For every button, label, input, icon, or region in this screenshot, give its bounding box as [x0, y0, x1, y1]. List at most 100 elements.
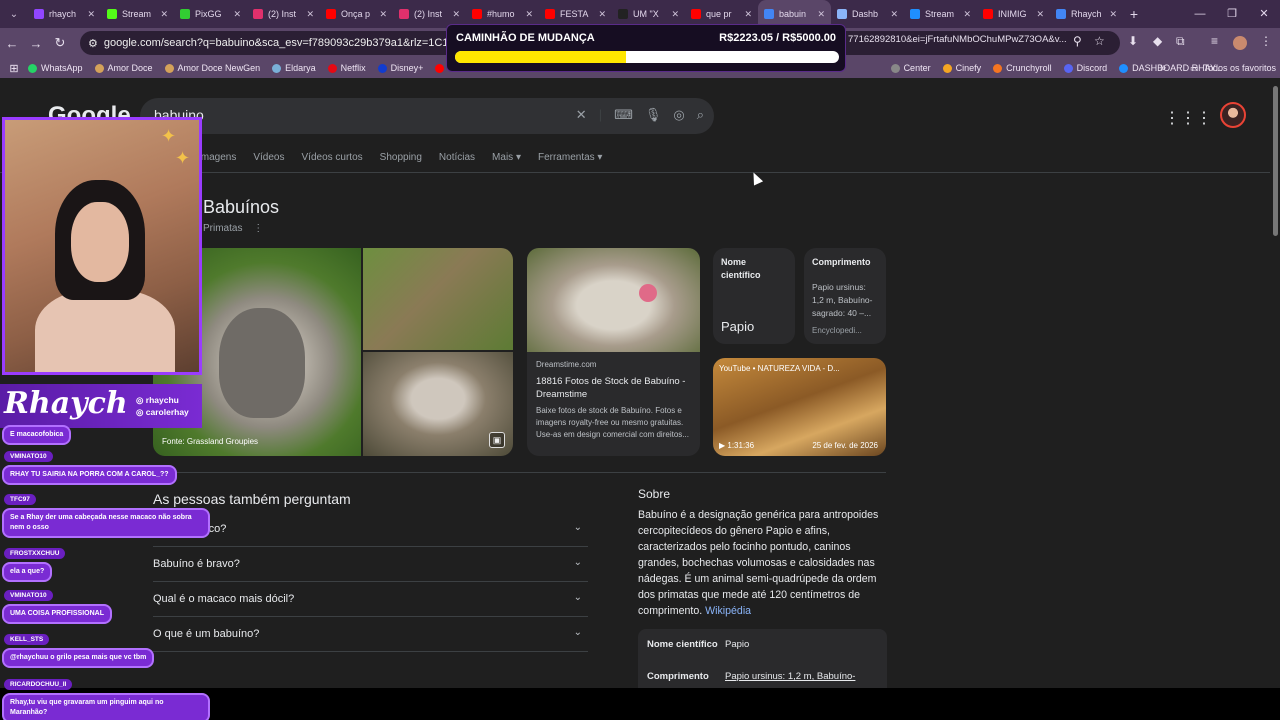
account-avatar[interactable] — [1220, 102, 1246, 128]
tab-favicon-icon — [983, 9, 993, 19]
browser-tab[interactable]: PixGG ✕ — [174, 0, 247, 28]
location-icon[interactable]: ⚲ — [1073, 34, 1082, 48]
close-tab-icon[interactable]: ✕ — [379, 9, 387, 20]
youtube-video-card[interactable]: YouTube • NATUREZA VIDA - D... ▶ 1:31:36… — [713, 358, 886, 456]
tab-title: (2) Inst — [268, 9, 297, 19]
minimize-icon[interactable]: — — [1184, 0, 1216, 28]
image-gallery-icon[interactable]: ▣ — [489, 432, 505, 448]
more-options-icon[interactable]: ⋮ — [253, 223, 263, 234]
more-bookmarks-icon[interactable]: » — [1160, 62, 1166, 74]
chevron-down-icon[interactable]: ⌄ — [574, 557, 582, 568]
browser-tab[interactable]: INIMIG ✕ — [977, 0, 1050, 28]
chevron-down-icon[interactable]: ⌄ — [574, 627, 582, 638]
paa-question[interactable]: É um macaco? ⌄ — [153, 512, 588, 547]
extension-icon[interactable]: ◆ — [1153, 34, 1162, 48]
bookmark-item[interactable]: Center — [890, 63, 931, 73]
search-tab[interactable]: Notícias — [439, 152, 475, 163]
bookmark-item[interactable]: Netflix — [327, 63, 366, 73]
close-tab-icon[interactable]: ✕ — [963, 9, 971, 20]
media-control-icon[interactable]: ≡ — [1211, 34, 1218, 48]
close-tab-icon[interactable]: ✕ — [744, 9, 752, 20]
search-box[interactable]: babuino ✕ | ⌨ 🎙 ◎ ⌕ — [140, 98, 714, 134]
maximize-icon[interactable]: ❐ — [1216, 0, 1248, 28]
fact-key: Comprimento — [647, 671, 709, 682]
baboon-image-3[interactable]: ▣ — [363, 352, 513, 456]
close-tab-icon[interactable]: ✕ — [1036, 9, 1044, 20]
baboon-image-2[interactable] — [363, 248, 513, 350]
handle-2: ◎ carolerhay — [136, 407, 189, 417]
bookmark-label: Discord — [1076, 63, 1108, 73]
close-tab-icon[interactable]: ✕ — [233, 9, 241, 20]
dreamstime-card[interactable]: Dreamstime.com 18816 Fotos de Stock de B… — [527, 248, 700, 456]
extensions-puzzle-icon[interactable]: ⧉ — [1176, 34, 1185, 49]
search-tab[interactable]: Vídeos curtos — [302, 152, 363, 163]
tab-favicon-icon — [326, 9, 336, 19]
page-scrollbar[interactable] — [1270, 78, 1280, 688]
close-tab-icon[interactable]: ✕ — [890, 9, 898, 20]
search-tab[interactable]: Mais ▾ — [492, 152, 521, 163]
browser-tab[interactable]: Stream ✕ — [904, 0, 977, 28]
search-tab[interactable]: Shopping — [380, 152, 422, 163]
reload-icon[interactable]: ↻ — [48, 35, 72, 51]
bookmark-item[interactable]: Disney+ — [377, 63, 423, 73]
close-tab-icon[interactable]: ✕ — [160, 9, 168, 20]
bookmark-label: Cinefy — [955, 63, 982, 73]
wikipedia-link[interactable]: Wikipédia — [705, 605, 751, 617]
browser-tab[interactable]: Onça p ✕ — [320, 0, 393, 28]
new-tab-button[interactable]: + — [1123, 6, 1145, 22]
chevron-down-icon[interactable]: ⌄ — [574, 522, 582, 533]
bookmark-item[interactable]: Cinefy — [942, 63, 982, 73]
forward-icon[interactable]: → — [24, 36, 48, 51]
clear-search-icon[interactable]: ✕ — [576, 107, 587, 123]
length-card[interactable]: Comprimento Papio ursinus: 1,2 m, Babuín… — [804, 248, 886, 344]
bookmark-item[interactable]: Crunchyroll — [993, 63, 1052, 73]
close-tab-icon[interactable]: ✕ — [1109, 9, 1117, 20]
dreamstime-title[interactable]: 18816 Fotos de Stock de Babuíno - Dreams… — [527, 371, 700, 405]
browser-menu-icon[interactable]: ⋮ — [1260, 34, 1272, 48]
search-tab[interactable]: Imagens — [198, 152, 236, 163]
search-tab[interactable]: Vídeos — [253, 152, 284, 163]
paa-question[interactable]: Qual é o macaco mais dócil? ⌄ — [153, 582, 588, 617]
tab-search-button[interactable]: ⌄ — [0, 0, 28, 28]
profile-avatar[interactable] — [1233, 36, 1247, 50]
close-tab-icon[interactable]: ✕ — [598, 9, 606, 20]
bookmark-favicon-icon — [435, 63, 445, 73]
lens-icon[interactable]: ◎ — [673, 107, 684, 123]
dreamstime-source: Dreamstime.com — [536, 360, 597, 369]
apps-grid-icon[interactable]: ⊞ — [0, 62, 28, 75]
paa-question[interactable]: Babuíno é bravo? ⌄ — [153, 547, 588, 582]
search-tab[interactable]: Ferramentas ▾ — [538, 152, 602, 163]
browser-tab[interactable]: (2) Inst ✕ — [247, 0, 320, 28]
screen: ⌄ rhaych ✕ Stream ✕ PixGG ✕ (2) Inst ✕ O… — [0, 0, 1280, 720]
close-tab-icon[interactable]: ✕ — [306, 9, 314, 20]
back-icon[interactable]: ← — [0, 36, 24, 51]
search-tabs: Imagens Vídeos Vídeos curtos Shopping Notíci… — [198, 152, 602, 163]
search-icon[interactable]: ⌕ — [697, 107, 704, 123]
scientific-name-card[interactable]: Nome científico Papio — [713, 248, 795, 344]
bookmark-item[interactable]: Eldarya — [272, 63, 316, 73]
bookmark-star-icon[interactable]: ☆ — [1094, 34, 1105, 48]
chat-username: KELL_STS — [4, 634, 50, 645]
chevron-down-icon[interactable]: ⌄ — [574, 592, 582, 603]
close-tab-icon[interactable]: ✕ — [452, 9, 460, 20]
fact-value[interactable]: Papio ursinus: 1,2 m, Babuíno- — [725, 671, 855, 682]
keyboard-icon[interactable]: ⌨ — [614, 107, 633, 123]
close-tab-icon[interactable]: ✕ — [87, 9, 95, 20]
paa-question[interactable]: O que é um babuíno? ⌄ — [153, 617, 588, 652]
browser-tab[interactable]: Stream ✕ — [101, 0, 174, 28]
close-tab-icon[interactable]: ✕ — [671, 9, 679, 20]
close-tab-icon[interactable]: ✕ — [817, 9, 825, 20]
close-window-icon[interactable]: ✕ — [1248, 0, 1280, 28]
bookmark-item[interactable]: WhatsApp — [28, 63, 83, 73]
site-info-icon[interactable]: ⚙ — [88, 37, 98, 50]
browser-tab[interactable]: rhaych ✕ — [28, 0, 101, 28]
bookmark-item[interactable]: Discord — [1063, 63, 1108, 73]
download-icon[interactable]: ⬇ — [1128, 34, 1138, 48]
microphone-icon[interactable]: 🎙 — [645, 107, 662, 123]
all-bookmarks-folder[interactable]: ▭ Todos os favoritos — [1190, 63, 1276, 74]
bookmark-item[interactable]: Amor Doce NewGen — [164, 63, 260, 73]
browser-tab[interactable]: Rhaych ✕ — [1050, 0, 1123, 28]
close-tab-icon[interactable]: ✕ — [525, 9, 533, 20]
google-apps-icon[interactable]: ⋮⋮⋮ — [1164, 108, 1212, 128]
bookmark-item[interactable]: Amor Doce — [94, 63, 153, 73]
